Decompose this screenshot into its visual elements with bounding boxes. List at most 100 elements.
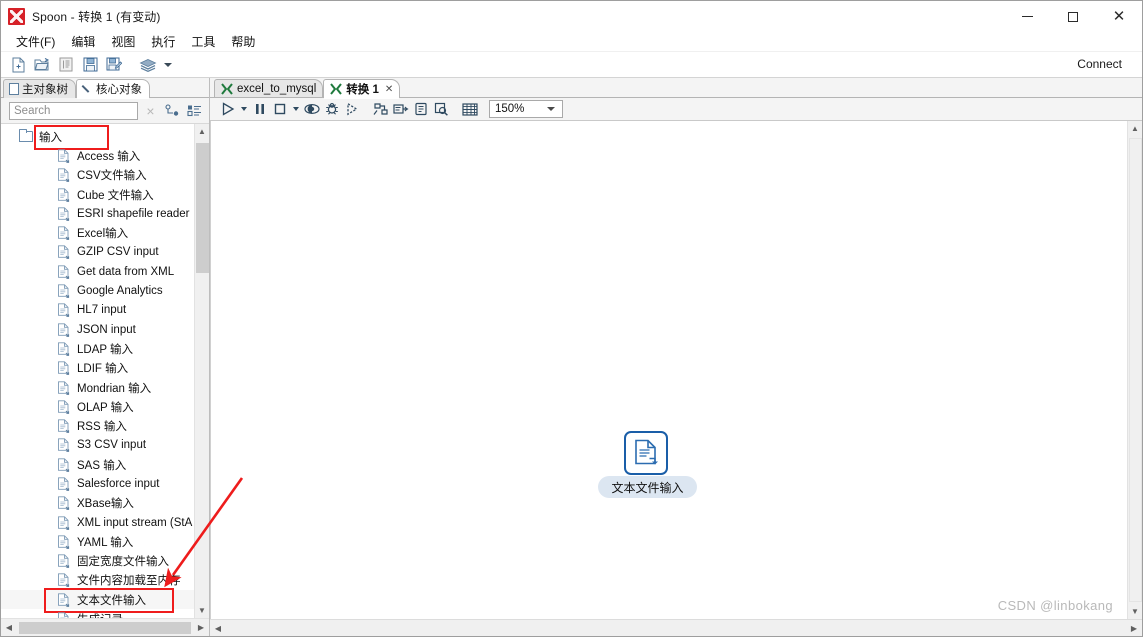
- tree-item[interactable]: JSON input: [1, 320, 194, 339]
- folder-icon: [19, 129, 33, 143]
- tab-core-objects-label: 核心对象: [96, 84, 142, 96]
- tree-item[interactable]: Mondrian 输入: [1, 378, 194, 397]
- tab-main-object-tree[interactable]: 主对象树: [3, 79, 76, 98]
- transformation-icon: [221, 83, 233, 95]
- hscroll-thumb[interactable]: [19, 621, 191, 634]
- watermark: CSDN @linbokang: [997, 598, 1113, 613]
- tab-excel-to-mysql[interactable]: excel_to_mysql: [214, 79, 324, 98]
- open-file-icon[interactable]: [31, 54, 53, 76]
- tree-item[interactable]: ESRI shapefile reader: [1, 204, 194, 223]
- hscroll-track[interactable]: [17, 620, 193, 636]
- impact-icon[interactable]: [391, 99, 411, 119]
- connect-button[interactable]: Connect: [1073, 55, 1126, 73]
- canvas-scroll-up-icon[interactable]: ▲: [1128, 121, 1143, 136]
- tree-vertical-scrollbar[interactable]: ▲ ▼: [194, 124, 209, 618]
- debug-icon[interactable]: [322, 99, 342, 119]
- canvas-vertical-scrollbar[interactable]: ▲ ▼: [1127, 121, 1142, 619]
- tree-item[interactable]: Get data from XML: [1, 262, 194, 281]
- expand-all-icon[interactable]: [163, 102, 181, 119]
- tree-item[interactable]: Salesforce input: [1, 474, 194, 493]
- canvas-vscroll-thumb[interactable]: [1128, 138, 1142, 602]
- tree-item-label: Google Analytics: [77, 285, 163, 298]
- sql-icon[interactable]: [411, 99, 431, 119]
- canvas-scroll-down-icon[interactable]: ▼: [1128, 604, 1143, 619]
- stop-options-caret[interactable]: [290, 99, 302, 119]
- canvas-vscroll-track[interactable]: [1128, 136, 1143, 604]
- canvas-node-label[interactable]: 文本文件输入: [598, 476, 697, 498]
- collapse-all-icon[interactable]: [185, 102, 203, 119]
- main-body: 主对象树 核心对象 ×: [1, 78, 1142, 636]
- tree-item[interactable]: XBase输入: [1, 494, 194, 513]
- tree-item[interactable]: 生成记录: [1, 609, 194, 618]
- tree-item[interactable]: 固定宽度文件输入: [1, 552, 194, 571]
- save-as-icon[interactable]: [103, 54, 125, 76]
- canvas-area[interactable]: 文本文件输入 CSDN @linbokang ▲ ▼: [210, 121, 1142, 619]
- layers-icon[interactable]: [137, 54, 159, 76]
- canvas-hscroll-track[interactable]: [226, 620, 1126, 636]
- tab-transformation-1[interactable]: 转换 1 ✕: [323, 79, 401, 99]
- step-icon: [57, 496, 70, 511]
- minimize-button[interactable]: [1004, 1, 1050, 32]
- clear-search-icon[interactable]: ×: [142, 102, 159, 119]
- layers-dropdown-caret[interactable]: [161, 54, 174, 76]
- vscroll-track[interactable]: [195, 139, 210, 603]
- tree-item[interactable]: LDIF 输入: [1, 359, 194, 378]
- tree-item[interactable]: CSV文件输入: [1, 166, 194, 185]
- canvas-scroll-left-icon[interactable]: ◀: [210, 620, 226, 636]
- tree-item[interactable]: RSS 输入: [1, 416, 194, 435]
- tree-item[interactable]: S3 CSV input: [1, 436, 194, 455]
- menu-view[interactable]: 视图: [104, 31, 144, 52]
- vscroll-thumb[interactable]: [195, 143, 209, 273]
- scroll-down-icon[interactable]: ▼: [195, 603, 210, 618]
- step-icon: [57, 573, 70, 588]
- tree-root-input[interactable]: 输入: [1, 124, 194, 151]
- tree-item[interactable]: 文件内容加载至内存: [1, 571, 194, 590]
- grid-icon[interactable]: [460, 99, 480, 119]
- search-input[interactable]: [9, 101, 138, 120]
- canvas-horizontal-scrollbar[interactable]: ◀ ▶: [210, 619, 1142, 636]
- tree-item[interactable]: HL7 input: [1, 301, 194, 320]
- menu-file[interactable]: 文件(F): [9, 31, 64, 52]
- close-tab-icon[interactable]: ✕: [385, 84, 393, 95]
- title-bar: Spoon - 转换 1 (有变动) ✕: [1, 1, 1142, 32]
- menu-edit[interactable]: 编辑: [64, 31, 104, 52]
- tree-item[interactable]: GZIP CSV input: [1, 243, 194, 262]
- tab-core-objects[interactable]: 核心对象: [76, 79, 150, 99]
- zoom-level-combobox[interactable]: 150%: [489, 100, 563, 118]
- verify-icon[interactable]: [371, 99, 391, 119]
- tree-item[interactable]: Excel输入: [1, 223, 194, 242]
- inspect-icon[interactable]: [431, 99, 451, 119]
- window-controls: ✕: [1004, 1, 1142, 32]
- tree-item[interactable]: Access 输入: [1, 146, 194, 165]
- tree-item[interactable]: 文本文件输入: [1, 588, 194, 614]
- pause-icon[interactable]: [250, 99, 270, 119]
- new-file-icon[interactable]: [7, 54, 29, 76]
- tree-item[interactable]: OLAP 输入: [1, 397, 194, 416]
- scroll-up-icon[interactable]: ▲: [195, 124, 210, 139]
- menu-tools[interactable]: 工具: [184, 31, 224, 52]
- save-icon[interactable]: [79, 54, 101, 76]
- explorer-icon[interactable]: [55, 54, 77, 76]
- maximize-button[interactable]: [1050, 1, 1096, 32]
- menu-run[interactable]: 执行: [144, 31, 184, 52]
- tree-item[interactable]: Cube 文件输入: [1, 185, 194, 204]
- run-icon[interactable]: [218, 99, 238, 119]
- replay-icon[interactable]: [342, 99, 362, 119]
- tree-item[interactable]: XML input stream (StA: [1, 513, 194, 532]
- stop-icon[interactable]: [270, 99, 290, 119]
- run-options-caret[interactable]: [238, 99, 250, 119]
- menu-help[interactable]: 帮助: [224, 31, 264, 52]
- scroll-right-icon[interactable]: ▶: [193, 620, 209, 636]
- tree-item[interactable]: YAML 输入: [1, 532, 194, 551]
- close-button[interactable]: ✕: [1096, 1, 1142, 32]
- canvas-node-text-file-input[interactable]: [620, 427, 672, 479]
- scroll-left-icon[interactable]: ◀: [1, 620, 17, 636]
- tree-item[interactable]: SAS 输入: [1, 455, 194, 474]
- preview-icon[interactable]: [302, 99, 322, 119]
- tree-item[interactable]: LDAP 输入: [1, 339, 194, 358]
- canvas-scroll-right-icon[interactable]: ▶: [1126, 620, 1142, 636]
- tree-horizontal-scrollbar[interactable]: ◀ ▶: [1, 618, 209, 636]
- canvas-surface[interactable]: 文本文件输入 CSDN @linbokang: [211, 121, 1127, 619]
- tree-item-label: Salesforce input: [77, 477, 160, 490]
- tree-item[interactable]: Google Analytics: [1, 281, 194, 300]
